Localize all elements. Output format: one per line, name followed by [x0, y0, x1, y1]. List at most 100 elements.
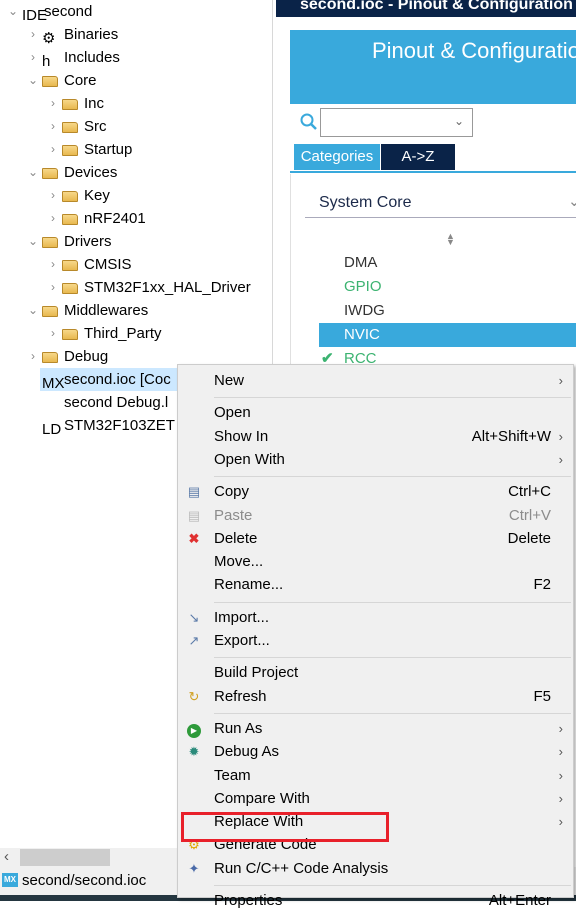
chevron-right-icon: ›: [558, 790, 563, 806]
menu-item-rename[interactable]: Rename... F2: [178, 574, 573, 596]
tree-item[interactable]: › STM32F1xx_HAL_Driver: [0, 276, 272, 299]
menu-item-paste[interactable]: ▤ Paste Ctrl+V: [178, 505, 573, 527]
search-icon[interactable]: [300, 113, 317, 130]
menu-item-refresh[interactable]: ↻ Refresh F5: [178, 686, 573, 708]
chevron-right-icon: ›: [558, 744, 563, 760]
tree-item[interactable]: › Startup: [0, 138, 272, 161]
chevron-right-icon[interactable]: ›: [48, 253, 58, 276]
menu-item-delete[interactable]: ✖ Delete Delete: [178, 528, 573, 550]
menu-item-debug-as[interactable]: ✹ Debug As ›: [178, 741, 573, 763]
folder-icon: [62, 329, 78, 340]
chevron-down-icon: ⌄: [568, 193, 576, 210]
chevron-down-icon[interactable]: ⌄: [28, 69, 38, 92]
category-item[interactable]: DMA: [319, 251, 576, 275]
tree-item[interactable]: › ⚙ Binaries: [0, 23, 272, 47]
folder-icon: [62, 191, 78, 202]
tree-item[interactable]: ⌄ IDE second: [0, 0, 272, 24]
tab-underline: [290, 171, 576, 173]
tree-item[interactable]: › Inc: [0, 92, 272, 115]
sort-icon[interactable]: ▲ ▼: [446, 232, 455, 247]
tab-a-z[interactable]: A->Z: [381, 144, 455, 170]
tree-item-label: STM32F1xx_HAL_Driver: [84, 279, 251, 296]
text-file-icon: [42, 395, 58, 410]
source-folder-icon: [42, 76, 58, 87]
tree-item[interactable]: MX second.ioc [Coc: [40, 368, 177, 392]
chevron-right-icon[interactable]: ›: [28, 345, 38, 368]
menu-item-build-project[interactable]: Build Project: [178, 662, 573, 684]
chevron-down-icon[interactable]: ⌄: [28, 230, 38, 253]
chevron-right-icon[interactable]: ›: [48, 115, 58, 138]
pinout-header[interactable]: Pinout & Configuration: [290, 30, 576, 104]
category-select[interactable]: System Core ⌄: [305, 192, 576, 218]
menu-separator: [214, 476, 571, 478]
scroll-left-icon[interactable]: ‹: [4, 848, 9, 865]
menu-item-move[interactable]: Move...: [178, 551, 573, 573]
menu-item-properties[interactable]: Properties Alt+Enter: [178, 890, 573, 912]
menu-separator: [214, 885, 571, 886]
tree-item-label: Drivers: [64, 233, 112, 250]
chevron-down-icon[interactable]: ⌄: [28, 299, 38, 322]
chevron-down-icon[interactable]: ⌄: [8, 0, 18, 23]
menu-item-new[interactable]: New ›: [178, 370, 573, 392]
tree-item[interactable]: › CMSIS: [0, 253, 272, 276]
menu-item-run-as[interactable]: ▶ Run As ›: [178, 718, 573, 740]
menu-item-show-in[interactable]: Show In Alt+Shift+W ›: [178, 426, 573, 448]
debug-icon: ✹: [188, 744, 200, 760]
tree-item[interactable]: › Third_Party: [0, 322, 272, 345]
import-icon: ↘: [188, 609, 200, 625]
tree-item-label: second: [44, 3, 93, 20]
category-list: DMA GPIO IWDG NVIC ✔ RCC: [319, 251, 576, 371]
tree-item-label: Key: [84, 187, 110, 204]
category-item[interactable]: IWDG: [319, 299, 576, 323]
folder-icon: [62, 99, 78, 110]
refresh-icon: ↻: [188, 688, 200, 704]
tree-item[interactable]: › Src: [0, 115, 272, 138]
tree-item[interactable]: ⌄ Middlewares: [0, 299, 272, 322]
chevron-right-icon[interactable]: ›: [28, 23, 38, 46]
tab-categories[interactable]: Categories: [294, 144, 380, 170]
tree-item-label: Binaries: [64, 26, 119, 43]
chevron-right-icon: ›: [558, 767, 563, 783]
folder-icon: [62, 145, 78, 156]
export-icon: ↗: [188, 633, 200, 648]
menu-item-import[interactable]: ↘ Import...: [178, 607, 573, 629]
tree-item[interactable]: ⌄ Core: [0, 69, 272, 92]
chevron-right-icon[interactable]: ›: [48, 138, 58, 161]
menu-item-compare-with[interactable]: Compare With ›: [178, 788, 573, 810]
paste-icon: ▤: [187, 507, 201, 523]
chevron-right-icon[interactable]: ›: [48, 322, 58, 345]
menu-item-open-with[interactable]: Open With ›: [178, 449, 573, 471]
chevron-right-icon[interactable]: ›: [48, 92, 58, 115]
tree-item[interactable]: › h Includes: [0, 46, 272, 70]
scrollbar-thumb[interactable]: [20, 849, 110, 866]
menu-item-run-c-c-code-analysis[interactable]: ✦ Run C/C++ Code Analysis: [178, 858, 573, 880]
tree-item-label: Src: [84, 118, 107, 135]
source-folder-icon: [42, 306, 58, 317]
tree-item[interactable]: › nRF2401: [0, 207, 272, 230]
linker-file-icon: LD: [42, 421, 62, 438]
menu-item-export[interactable]: ↗ Export...: [178, 630, 573, 652]
chevron-right-icon[interactable]: ›: [48, 276, 58, 299]
category-item[interactable]: GPIO: [319, 275, 576, 299]
ide-project-icon: IDE: [22, 7, 48, 24]
chevron-down-icon[interactable]: ⌄: [28, 161, 38, 184]
category-item[interactable]: NVIC: [319, 323, 576, 347]
tree-item[interactable]: ⌄ Devices: [0, 161, 272, 184]
source-folder-icon: [42, 237, 58, 248]
chevron-right-icon[interactable]: ›: [28, 46, 38, 69]
tree-item-label: second Debug.l: [64, 394, 169, 411]
search-combobox[interactable]: ⌄: [320, 108, 473, 137]
menu-item-open[interactable]: Open: [178, 402, 573, 424]
folder-icon: [62, 214, 78, 225]
highlight-box: [181, 812, 389, 842]
tree-item[interactable]: › Key: [0, 184, 272, 207]
menu-item-copy[interactable]: ▤ Copy Ctrl+C: [178, 481, 573, 503]
menu-item-team[interactable]: Team ›: [178, 765, 573, 787]
delete-icon: ✖: [188, 530, 200, 546]
menu-separator: [214, 601, 571, 603]
chevron-right-icon[interactable]: ›: [48, 207, 58, 230]
chevron-right-icon: ›: [558, 428, 563, 444]
tree-item[interactable]: ⌄ Drivers: [0, 230, 272, 253]
tree-item-label: Third_Party: [84, 325, 162, 342]
chevron-right-icon[interactable]: ›: [48, 184, 58, 207]
